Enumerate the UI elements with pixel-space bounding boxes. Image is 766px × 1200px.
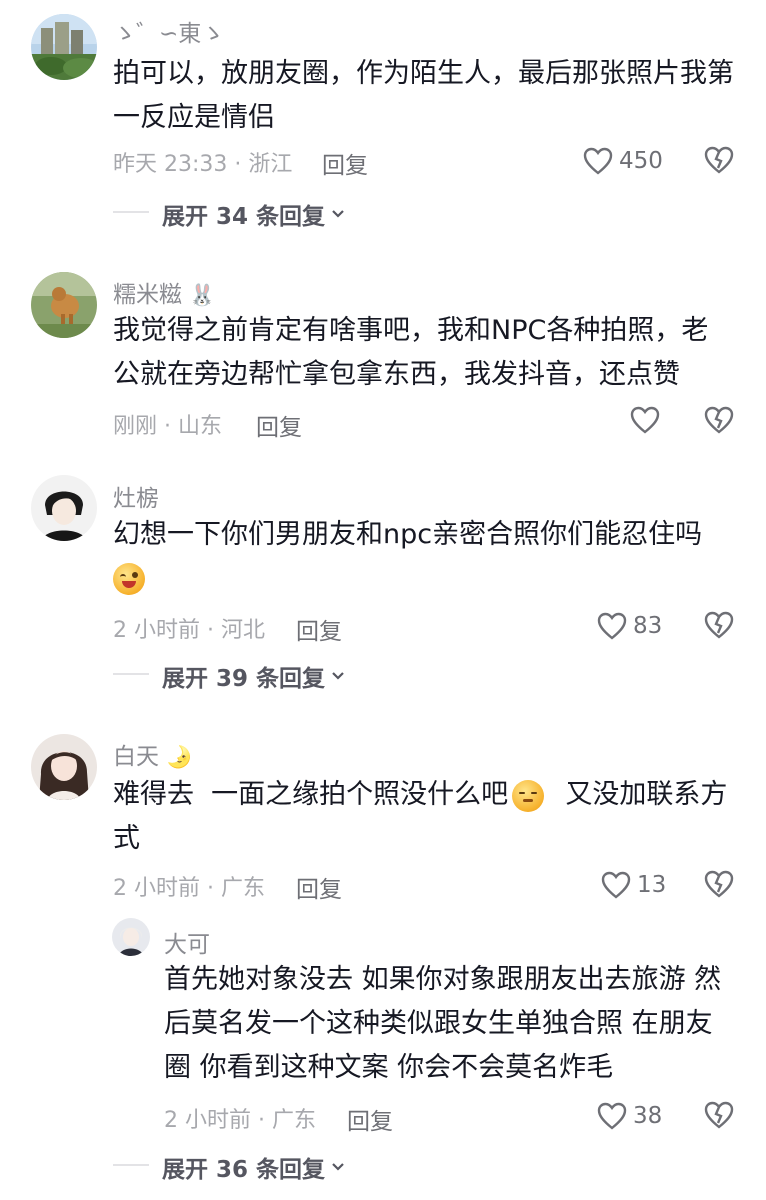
broken-heart-icon	[704, 146, 734, 174]
comment-text-part: 难得去 一面之缘拍个照没什么吧	[113, 779, 509, 810]
avatar[interactable]	[31, 734, 97, 800]
heart-outline-icon	[601, 871, 631, 899]
reply-button[interactable]: 回复	[347, 1102, 393, 1136]
expand-replies-label: 展开 36 条回复	[162, 1157, 326, 1183]
username[interactable]: 白天 🌛	[113, 737, 192, 771]
reply-button[interactable]: 回复	[322, 146, 368, 180]
like-button[interactable]: 13	[601, 868, 666, 902]
broken-heart-icon	[704, 406, 734, 434]
username[interactable]: ゝ゛∽東ゝ	[113, 14, 224, 48]
broken-heart-icon	[704, 870, 734, 898]
like-button[interactable]: 450	[583, 144, 663, 178]
like-button[interactable]: 38	[597, 1099, 662, 1133]
comment-text: 我觉得之前肯定有啥事吧，我和NPC各种拍照，老公就在旁边帮忙拿包拿东西，我发抖音…	[113, 315, 709, 390]
like-count: 13	[637, 872, 667, 898]
dislike-button[interactable]	[704, 870, 734, 902]
heart-outline-icon	[597, 612, 627, 640]
avatar[interactable]	[31, 272, 97, 338]
heart-outline-icon	[597, 1102, 627, 1130]
heart-outline-icon	[630, 406, 660, 434]
like-count: 83	[633, 613, 663, 639]
heart-outline-icon	[583, 147, 613, 175]
comment-meta: 2 小时前 · 广东	[164, 1108, 316, 1133]
comment-text: 拍可以，放朋友圈，作为陌生人，最后那张照片我第一反应是情侣	[113, 58, 734, 133]
expand-replies-label: 展开 34 条回复	[162, 204, 326, 230]
comment-text: 幻想一下你们男朋友和npc亲密合照你们能忍住吗	[113, 519, 703, 550]
username-text: 糯米糍	[113, 282, 182, 308]
chevron-down-icon	[332, 672, 344, 680]
username-text: 白天	[113, 744, 159, 770]
comment-meta: 刚刚 · 山东	[113, 414, 222, 439]
comment-meta: 昨天 23:33 · 浙江	[113, 152, 293, 177]
dislike-button[interactable]	[704, 146, 734, 178]
comment-text: 难得去 一面之缘拍个照没什么吧 又没加联系方式	[113, 773, 728, 861]
expand-replies-button[interactable]: 展开 34 条回复	[162, 197, 345, 231]
broken-heart-icon	[704, 611, 734, 639]
comment-meta: 2 小时前 · 广东	[113, 876, 265, 901]
dislike-button[interactable]	[704, 1101, 734, 1133]
divider	[113, 1164, 149, 1166]
wink-tongue-emoji	[113, 563, 145, 595]
like-count: 450	[619, 148, 663, 174]
avatar[interactable]	[112, 918, 150, 956]
dislike-button[interactable]	[704, 406, 734, 438]
expand-replies-label: 展开 39 条回复	[162, 666, 326, 692]
moon-emoji: 🌛	[166, 745, 193, 769]
like-button[interactable]: 83	[597, 609, 662, 643]
like-count: 38	[633, 1103, 663, 1129]
reply-button[interactable]: 回复	[296, 870, 342, 904]
avatar[interactable]	[31, 14, 97, 80]
broken-heart-icon	[704, 1101, 734, 1129]
username[interactable]: 糯米糍 🐰	[113, 275, 215, 309]
rabbit-emoji: 🐰	[189, 283, 216, 307]
unamused-emoji	[512, 779, 545, 812]
avatar[interactable]	[31, 475, 97, 541]
expand-replies-button[interactable]: 展开 36 条回复	[162, 1150, 345, 1184]
comment-meta: 2 小时前 · 河北	[113, 618, 265, 643]
chevron-down-icon	[332, 210, 344, 218]
username[interactable]: 大可	[164, 925, 210, 959]
username[interactable]: 灶椖	[113, 479, 159, 513]
divider	[113, 211, 149, 213]
reply-button[interactable]: 回复	[296, 612, 342, 646]
expand-replies-button[interactable]: 展开 39 条回复	[162, 659, 345, 693]
divider	[113, 673, 149, 675]
dislike-button[interactable]	[704, 611, 734, 643]
like-button[interactable]	[630, 406, 660, 438]
reply-button[interactable]: 回复	[256, 408, 302, 442]
comment-text: 首先她对象没去 如果你对象跟朋友出去旅游 然后莫名发一个这种类似跟女生单独合照 …	[164, 964, 722, 1083]
chevron-down-icon	[332, 1163, 344, 1171]
